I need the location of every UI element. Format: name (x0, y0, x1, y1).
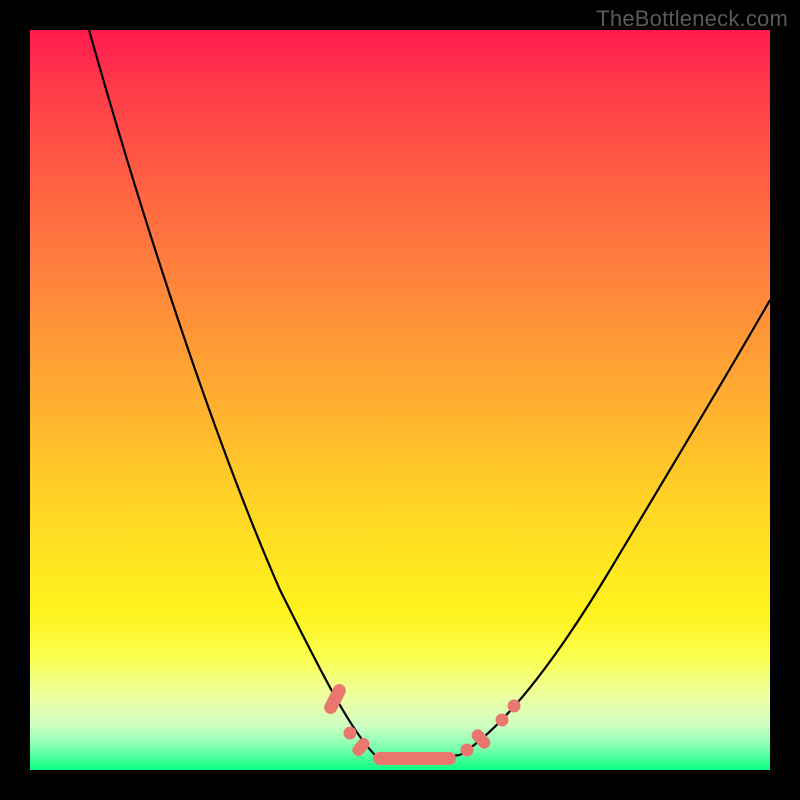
marker-right-dot-mid (496, 714, 509, 727)
attribution-text: TheBottleneck.com (596, 6, 788, 32)
marker-bottom-bar (373, 752, 456, 765)
marker-right-dot-low (461, 744, 474, 757)
marker-right-dot-upper (508, 700, 521, 713)
marker-left-dot (344, 727, 357, 740)
marker-left-pill-lower (350, 735, 372, 758)
left-curve (89, 30, 375, 755)
chart-plot-area (30, 30, 770, 770)
right-curve (460, 300, 770, 755)
chart-svg (30, 30, 770, 770)
